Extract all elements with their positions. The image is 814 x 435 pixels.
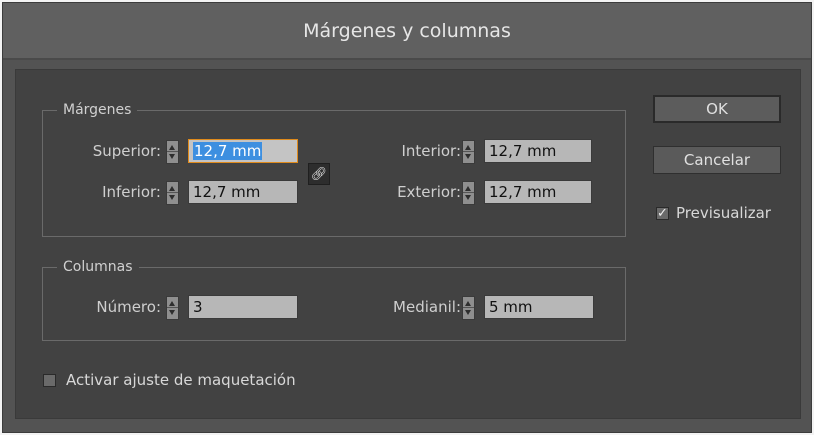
medianil-input-value: 5 mm xyxy=(489,298,533,316)
numero-label: Número: xyxy=(96,298,161,316)
inferior-label: Inferior: xyxy=(102,183,161,201)
dialog-title: Márgenes y columnas xyxy=(303,19,511,42)
ok-button[interactable]: OK xyxy=(653,95,781,123)
exterior-label: Exterior: xyxy=(397,183,461,201)
ok-button-label: OK xyxy=(706,100,728,118)
interior-spinner[interactable] xyxy=(462,140,475,164)
interior-label: Interior: xyxy=(401,142,461,160)
checkmark-icon: ✓ xyxy=(657,206,668,221)
medianil-label: Medianil: xyxy=(393,298,461,316)
chain-link-icon[interactable]: 🔗︎ xyxy=(308,163,330,185)
columns-group: Columnas Número: 3 Medianil: 5 mm xyxy=(42,257,626,341)
margins-legend: Márgenes xyxy=(57,100,138,120)
numero-input-value: 3 xyxy=(193,298,203,316)
superior-spinner[interactable] xyxy=(166,140,179,164)
preview-checkbox[interactable]: ✓ xyxy=(656,207,669,220)
cancel-button-label: Cancelar xyxy=(683,151,751,169)
interior-input-value: 12,7 mm xyxy=(489,142,557,160)
superior-label: Superior: xyxy=(92,142,161,160)
margins-group: Márgenes Superior: 12,7 mm Inferior: 12,… xyxy=(42,100,626,237)
dialog-body: Márgenes Superior: 12,7 mm Inferior: 12,… xyxy=(15,69,801,419)
dialog-titlebar[interactable]: Márgenes y columnas xyxy=(3,3,811,60)
interior-input[interactable]: 12,7 mm xyxy=(484,139,592,163)
medianil-spinner[interactable] xyxy=(462,296,475,320)
columns-legend: Columnas xyxy=(57,257,139,277)
layout-adjust-checkbox[interactable] xyxy=(43,374,56,387)
inferior-spinner[interactable] xyxy=(166,181,179,205)
exterior-spinner[interactable] xyxy=(462,181,475,205)
superior-input-value: 12,7 mm xyxy=(193,142,263,160)
superior-input[interactable]: 12,7 mm xyxy=(188,139,298,163)
preview-label[interactable]: Previsualizar xyxy=(676,204,771,222)
exterior-input-value: 12,7 mm xyxy=(489,183,557,201)
exterior-input[interactable]: 12,7 mm xyxy=(484,180,592,204)
inferior-input-value: 12,7 mm xyxy=(193,183,261,201)
margins-columns-dialog: Márgenes y columnas Márgenes Superior: 1… xyxy=(2,2,812,433)
inferior-input[interactable]: 12,7 mm xyxy=(188,180,298,204)
layout-adjust-label[interactable]: Activar ajuste de maquetación xyxy=(66,371,296,389)
cancel-button[interactable]: Cancelar xyxy=(653,146,781,174)
numero-spinner[interactable] xyxy=(166,296,179,320)
medianil-input[interactable]: 5 mm xyxy=(484,295,594,319)
numero-input[interactable]: 3 xyxy=(188,295,298,319)
